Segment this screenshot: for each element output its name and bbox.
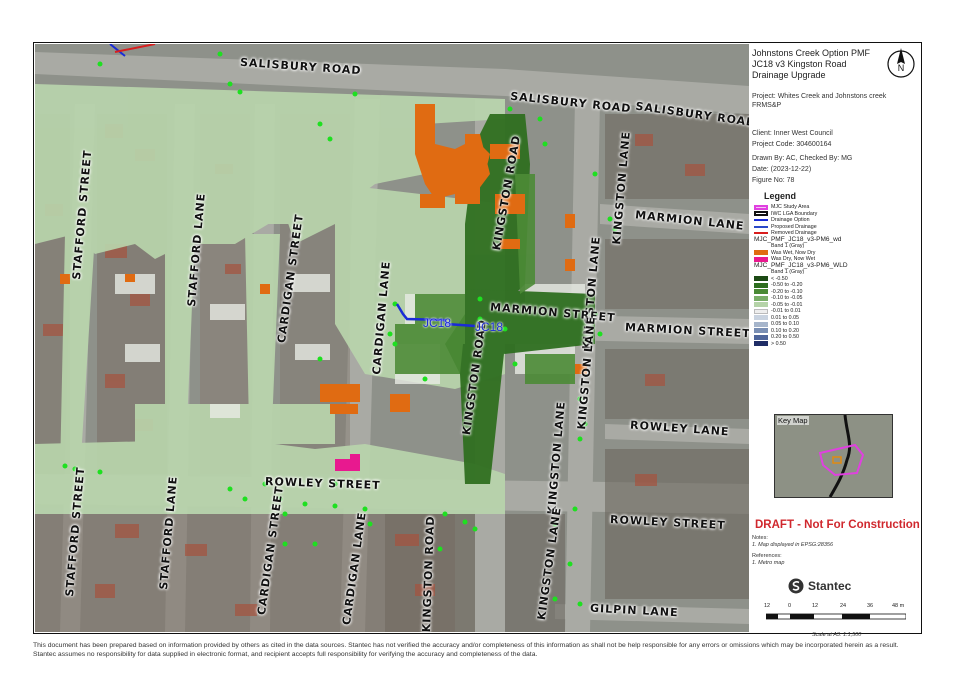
- references-title: References:: [752, 553, 782, 559]
- draft-stamp: DRAFT - Not For Construction: [755, 519, 920, 531]
- stantec-logo-icon: [788, 578, 804, 594]
- notes: Notes: 1. Map displayed in EPSG:28356 Re…: [752, 535, 833, 567]
- north-letter: N: [898, 63, 905, 73]
- drawn-by: Drawn By: AC, Checked By: MG: [752, 155, 853, 162]
- legend-title: Legend: [764, 191, 797, 201]
- map-title: Johnstons Creek Option PMF JC18 v3 Kings…: [752, 48, 871, 80]
- drainage-label: JC18: [423, 316, 452, 330]
- study-area-swatch: [754, 204, 768, 210]
- lga-swatch: [754, 211, 768, 217]
- wet-dry-swatch: [754, 250, 768, 256]
- drainage-option-swatch: [754, 219, 768, 222]
- north-arrow-icon: N: [887, 48, 915, 78]
- project-line: Project: Whites Creek and Johnstons cree…: [752, 92, 912, 110]
- references-text: 1. Metro map: [752, 560, 785, 566]
- notes-title: Notes:: [752, 535, 768, 541]
- proposed-swatch: [754, 225, 768, 228]
- date: Date: (2023-12-22): [752, 166, 812, 173]
- disclaimer: This document has been prepared based on…: [33, 642, 899, 658]
- project-code: Project Code: 304600164: [752, 141, 832, 148]
- logo-text: Stantec: [808, 578, 852, 593]
- scale-note: Scale at A3: 1:1,500: [812, 632, 862, 638]
- legend: MJC Study Area IWC LGA Boundary Drainage…: [754, 204, 918, 347]
- dry-wet-swatch: [754, 256, 768, 262]
- figure-number: Figure No: 78: [752, 177, 795, 184]
- removed-swatch: [754, 232, 768, 235]
- map-graphics: [35, 44, 749, 632]
- stantec-logo: Stantec: [788, 578, 851, 594]
- key-map-graphic: [775, 415, 892, 497]
- client: Client: Inner West Council: [752, 130, 833, 137]
- scale-bar-graphic: [766, 613, 906, 620]
- legend-wld-item: > 0.50: [754, 341, 918, 348]
- key-map[interactable]: Key Map: [774, 414, 893, 498]
- notes-text: 1. Map displayed in EPSG:28356: [752, 542, 834, 548]
- project-label: Project:: [752, 93, 776, 100]
- key-map-label: Key Map: [777, 416, 809, 426]
- drainage-label: JC18: [475, 320, 504, 334]
- map-canvas[interactable]: SALISBURY ROAD SALISBURY ROAD SALISBURY …: [35, 44, 749, 632]
- info-panel: Johnstons Creek Option PMF JC18 v3 Kings…: [752, 48, 920, 638]
